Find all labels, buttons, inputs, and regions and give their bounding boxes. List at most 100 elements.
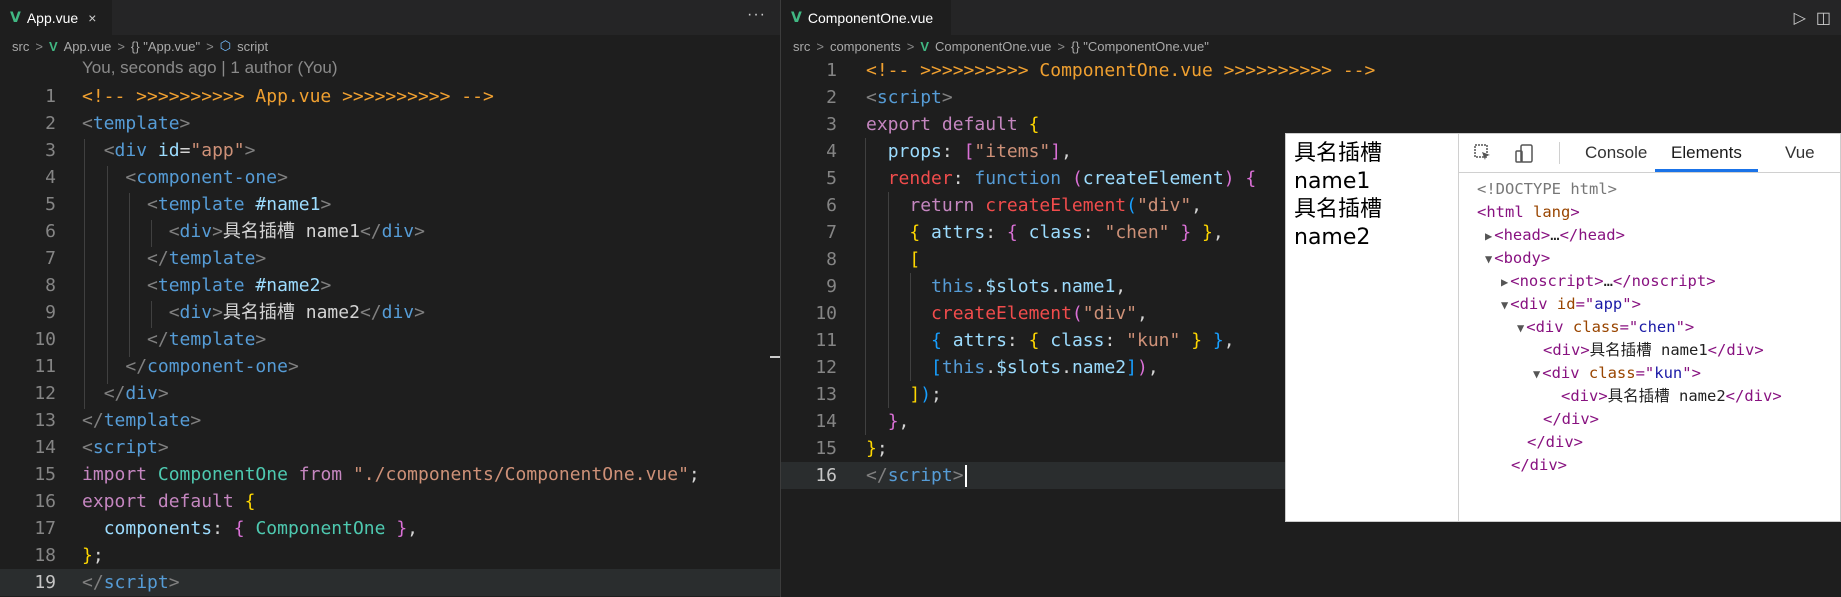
- line-number: 14: [34, 437, 56, 458]
- line-number: 16: [34, 491, 56, 512]
- elements-dom-tree[interactable]: <!DOCTYPE html> <html lang> ▶ <head>…</head…: [1459, 172, 1840, 521]
- tab-elements[interactable]: Elements: [1655, 134, 1758, 172]
- breadcrumb-item-components[interactable]: components: [830, 39, 901, 54]
- line-number: 10: [815, 303, 837, 324]
- code-line[interactable]: 15 import ComponentOne from "./components…: [0, 461, 780, 488]
- code-line[interactable]: 9 <div>具名插槽 name2</div>: [0, 299, 780, 326]
- devtools-tab-bar: Console Elements Vue: [1459, 134, 1840, 173]
- code-text: </template>: [147, 248, 267, 269]
- tab-app-vue[interactable]: V App.vue ×: [0, 0, 112, 35]
- code-line[interactable]: 3 <div id="app">: [0, 137, 780, 164]
- tab-console[interactable]: Console: [1585, 134, 1647, 172]
- code-text: <component-one>: [125, 167, 288, 188]
- dom-node[interactable]: <!DOCTYPE html>: [1477, 178, 1617, 201]
- dom-node[interactable]: </div>: [1527, 431, 1583, 454]
- code-text: ]);: [909, 384, 942, 405]
- code-editor[interactable]: 1 <!-- >>>>>>>>>> App.vue >>>>>>>>>> --> 2…: [0, 83, 780, 597]
- dom-node[interactable]: ▼ <div id="app">: [1501, 293, 1641, 316]
- line-number: 17: [34, 518, 56, 539]
- rendered-text-line: name2: [1294, 225, 1371, 250]
- breadcrumb-item-file[interactable]: ComponentOne.vue: [935, 39, 1051, 54]
- code-line[interactable]: 12 </div>: [0, 380, 780, 407]
- line-number: 16: [815, 465, 837, 486]
- breadcrumb-item-src[interactable]: src: [793, 39, 810, 54]
- breadcrumb-separator: >: [1057, 38, 1065, 54]
- split-editor-icon[interactable]: ◫: [1816, 8, 1831, 28]
- code-text: <!-- >>>>>>>>>> App.vue >>>>>>>>>> -->: [82, 86, 494, 107]
- code-line[interactable]: 14 <script>: [0, 434, 780, 461]
- code-line[interactable]: 18};: [0, 542, 780, 569]
- code-line[interactable]: 6 <div>具名插槽 name1</div>: [0, 218, 780, 245]
- code-text: };: [866, 438, 888, 459]
- breadcrumb-separator: >: [906, 38, 915, 54]
- line-number: 2: [826, 87, 837, 108]
- breadcrumb-separator: >: [117, 38, 125, 54]
- code-text: <div>具名插槽 name1</div>: [168, 221, 425, 242]
- code-line[interactable]: 16 export default {: [0, 488, 780, 515]
- code-line[interactable]: 13 </template>: [0, 407, 780, 434]
- dom-node[interactable]: <html lang>: [1477, 201, 1580, 224]
- dom-node[interactable]: ▼ <body>: [1485, 247, 1550, 270]
- breadcrumb-item-src[interactable]: src: [12, 39, 29, 54]
- code-text: },: [887, 411, 910, 432]
- toolbar-divider: [1559, 142, 1560, 164]
- tab-componentone-vue[interactable]: V ComponentOne.vue: [781, 0, 951, 35]
- dom-node[interactable]: <div>具名插槽 name2</div>: [1561, 385, 1782, 408]
- code-line[interactable]: 5 <template #name1>: [0, 191, 780, 218]
- run-icon[interactable]: ▷: [1794, 8, 1806, 28]
- indent-guide: [151, 301, 152, 328]
- code-line[interactable]: 8 <template #name2>: [0, 272, 780, 299]
- breadcrumb-separator: >: [35, 38, 43, 54]
- code-line[interactable]: 10 </template>: [0, 326, 780, 353]
- devtools-panel: Console Elements Vue <!DOCTYPE html> <htm…: [1458, 134, 1840, 521]
- code-line[interactable]: 19 </script>: [0, 569, 780, 596]
- more-actions-icon[interactable]: ···: [747, 6, 766, 24]
- breadcrumb-item-file[interactable]: App.vue: [64, 39, 112, 54]
- code-line[interactable]: 1 <!-- >>>>>>>>>> App.vue >>>>>>>>>> -->: [0, 83, 780, 110]
- breadcrumb-item-module[interactable]: {} "ComponentOne.vue": [1071, 39, 1209, 54]
- dom-node[interactable]: ▼ <div class="kun">: [1533, 362, 1701, 385]
- right-tab-bar: V ComponentOne.vue ▷ ◫: [781, 0, 1841, 35]
- breadcrumb-item-module[interactable]: {} "App.vue": [131, 39, 200, 54]
- code-line[interactable]: 2 <script>: [781, 84, 1841, 111]
- code-text: <template #name2>: [147, 275, 332, 296]
- code-line[interactable]: 1 <!-- >>>>>>>>>> ComponentOne.vue >>>>>>…: [781, 57, 1841, 84]
- line-number: 3: [826, 114, 837, 135]
- line-number: 13: [815, 384, 837, 405]
- code-text: import ComponentOne from "./components/C…: [82, 464, 700, 485]
- dom-node[interactable]: </div>: [1543, 408, 1599, 431]
- line-number: 6: [45, 221, 56, 242]
- line-number: 5: [45, 194, 56, 215]
- code-text: </template>: [82, 410, 202, 431]
- code-text: <div id="app">: [103, 140, 256, 161]
- code-line[interactable]: 4 <component-one>: [0, 164, 780, 191]
- line-number: 11: [815, 330, 837, 351]
- inspect-element-icon[interactable]: [1473, 143, 1493, 168]
- dom-node[interactable]: ▼ <div class="chen">: [1517, 316, 1694, 339]
- code-line[interactable]: 2 <template>: [0, 110, 780, 137]
- tab-vue[interactable]: Vue: [1785, 134, 1815, 172]
- code-text: export default {: [866, 114, 1040, 135]
- code-text: <script>: [866, 87, 953, 108]
- breadcrumb-item-script[interactable]: script: [237, 39, 268, 54]
- code-line[interactable]: 17 components: { ComponentOne },: [0, 515, 780, 542]
- dom-node[interactable]: ▶ <noscript>…</noscript>: [1501, 270, 1716, 293]
- line-number: 9: [826, 276, 837, 297]
- git-codelens[interactable]: You, seconds ago | 1 author (You): [82, 58, 338, 78]
- tab-label: ComponentOne.vue: [807, 9, 934, 26]
- line-number: 8: [45, 275, 56, 296]
- line-number: 4: [826, 141, 837, 162]
- close-icon[interactable]: ×: [88, 10, 96, 26]
- indent-guide: [151, 220, 152, 247]
- dom-node[interactable]: ▶ <head>…</head>: [1485, 224, 1625, 247]
- device-toolbar-icon[interactable]: [1514, 143, 1536, 170]
- code-line[interactable]: 7 </template>: [0, 245, 780, 272]
- cube-icon: ⬡: [219, 38, 232, 53]
- line-number: 3: [45, 140, 56, 161]
- code-line[interactable]: 11 </component-one>: [0, 353, 780, 380]
- line-number: 7: [826, 222, 837, 243]
- rendered-text-line: name1: [1294, 169, 1371, 194]
- dom-node[interactable]: </div>: [1511, 454, 1567, 477]
- editor-actions: ▷ ◫: [1794, 8, 1831, 28]
- dom-node[interactable]: <div>具名插槽 name1</div>: [1543, 339, 1764, 362]
